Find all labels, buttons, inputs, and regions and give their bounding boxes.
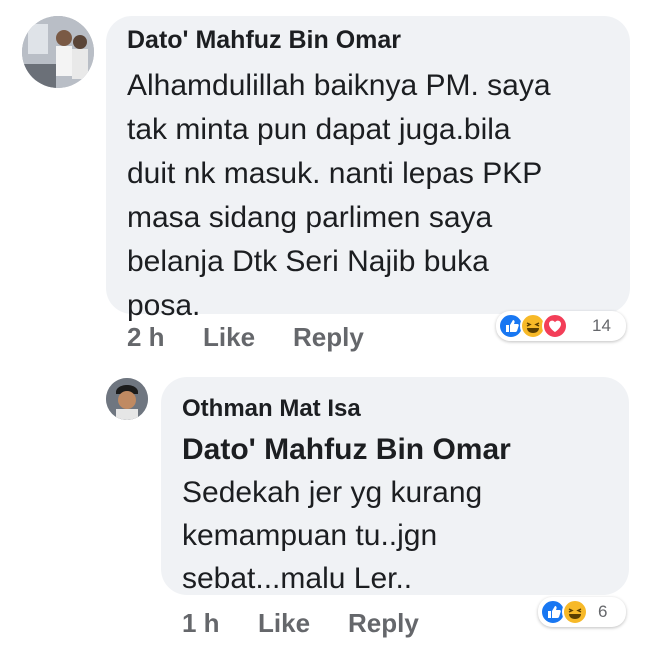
comment-actions: 2 h Like Reply bbox=[127, 322, 427, 356]
reply-mention[interactable]: Dato' Mahfuz Bin Omar bbox=[182, 433, 511, 467]
reply-like-button[interactable]: Like bbox=[258, 608, 310, 639]
reply-avatar[interactable] bbox=[106, 378, 148, 420]
reply-reply-button[interactable]: Reply bbox=[348, 608, 419, 639]
reply-author[interactable]: Othman Mat Isa bbox=[182, 395, 361, 423]
love-icon bbox=[542, 313, 568, 339]
comment-reaction-count: 14 bbox=[592, 316, 611, 335]
reply-text: Sedekah jer yg kurang kemampuan tu..jgn … bbox=[182, 476, 483, 595]
comment-reactions[interactable]: 14 bbox=[496, 311, 626, 341]
comment-timestamp[interactable]: 2 h bbox=[127, 322, 165, 353]
reply-reactions[interactable]: 6 bbox=[538, 597, 626, 627]
comment-author[interactable]: Dato' Mahfuz Bin Omar bbox=[127, 26, 401, 55]
reply-actions: 1 h Like Reply bbox=[182, 608, 482, 642]
haha-icon bbox=[562, 599, 588, 625]
comment-text: Alhamdulillah baiknya PM. saya tak minta… bbox=[127, 69, 551, 322]
comment-reply-button[interactable]: Reply bbox=[293, 322, 364, 353]
comment-like-button[interactable]: Like bbox=[203, 322, 255, 353]
comment-avatar[interactable] bbox=[22, 16, 94, 88]
reply-reaction-count: 6 bbox=[598, 602, 608, 621]
reply-timestamp[interactable]: 1 h bbox=[182, 608, 220, 639]
